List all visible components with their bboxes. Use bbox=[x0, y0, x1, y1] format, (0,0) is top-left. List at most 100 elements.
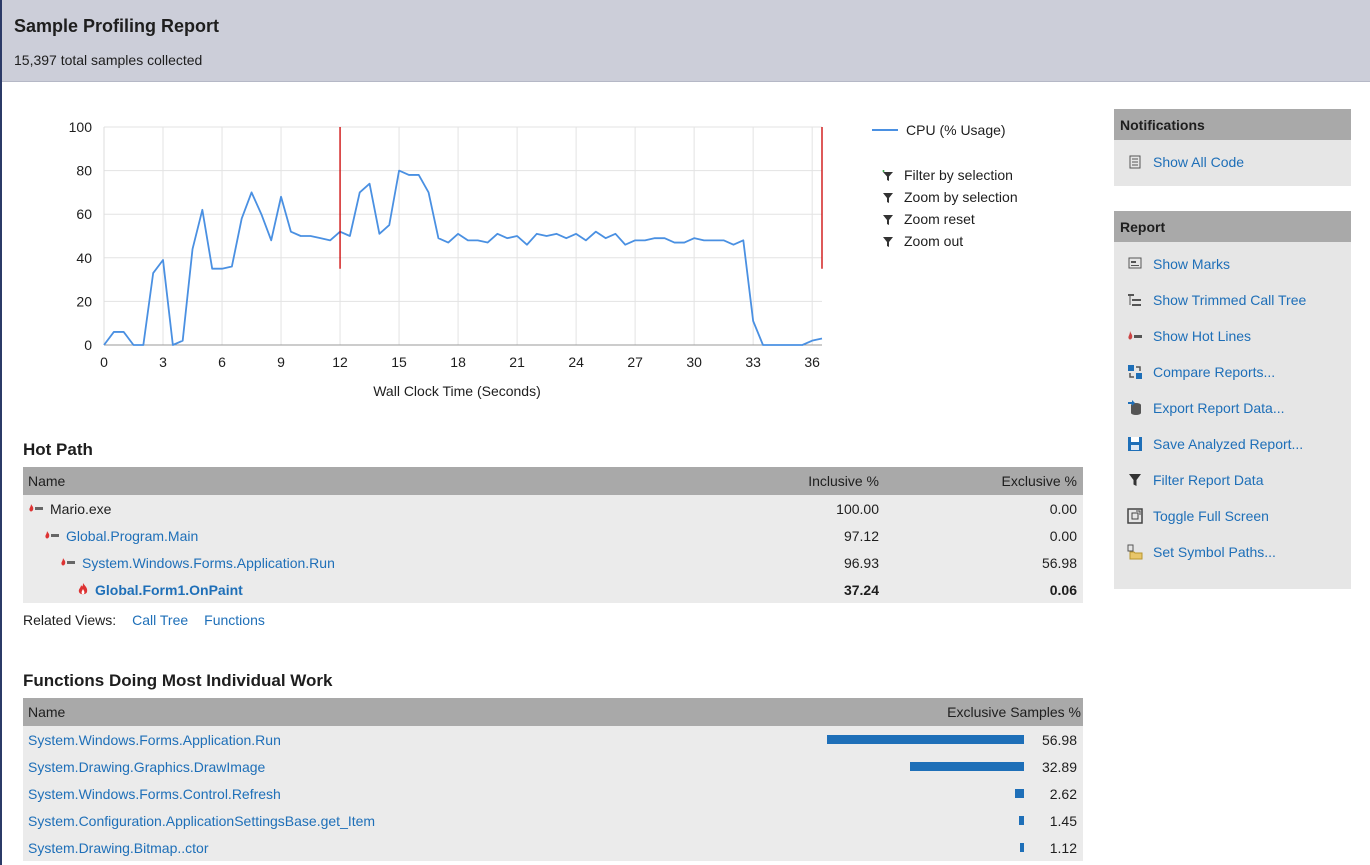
samples-summary: 15,397 total samples collected bbox=[14, 52, 203, 68]
x-tick-label: 18 bbox=[450, 354, 466, 370]
zoom-out-label: Zoom out bbox=[904, 233, 964, 249]
zoom-reset-button[interactable]: Zoom reset bbox=[872, 208, 1018, 230]
compare-icon bbox=[1126, 364, 1143, 381]
zoom-out-button[interactable]: Zoom out bbox=[872, 230, 1018, 252]
table-row[interactable]: System.Drawing.Bitmap..ctor 1.12 bbox=[23, 834, 1083, 861]
export-report-data-link[interactable]: Export Report Data... bbox=[1114, 390, 1351, 426]
inclusive-value: 96.93 bbox=[843, 554, 879, 571]
exclusive-samples-value: 56.98 bbox=[1041, 731, 1077, 748]
inclusive-value: 100.00 bbox=[836, 500, 879, 517]
column-header-inclusive[interactable]: Inclusive % bbox=[808, 473, 879, 489]
marks-icon bbox=[1126, 256, 1143, 273]
set-symbol-paths-link[interactable]: Set Symbol Paths... bbox=[1114, 534, 1351, 570]
hot-path-icon bbox=[61, 557, 76, 568]
filter-by-selection-button[interactable]: Filter by selection bbox=[872, 164, 1018, 186]
table-row[interactable]: System.Windows.Forms.Application.Run 56.9… bbox=[23, 726, 1083, 753]
function-name-link[interactable]: System.Windows.Forms.Control.Refresh bbox=[28, 786, 281, 802]
column-header-name[interactable]: Name bbox=[28, 704, 65, 720]
notifications-panel: Notifications Show All Code bbox=[1114, 109, 1351, 186]
chart-legend: CPU (% Usage) Filter by selection Zoom b… bbox=[872, 120, 1018, 252]
y-tick-label: 60 bbox=[76, 206, 92, 222]
report-item-label: Show Marks bbox=[1153, 256, 1231, 272]
call-tree-icon bbox=[1126, 292, 1143, 309]
exclusive-samples-value: 1.45 bbox=[1049, 812, 1077, 829]
y-tick-label: 80 bbox=[76, 163, 92, 179]
table-row[interactable]: System.Configuration.ApplicationSettings… bbox=[23, 807, 1083, 834]
function-name-link[interactable]: System.Drawing.Graphics.DrawImage bbox=[28, 759, 265, 775]
funnel-icon bbox=[882, 191, 894, 203]
notifications-title: Notifications bbox=[1114, 109, 1351, 140]
x-tick-label: 9 bbox=[277, 354, 285, 370]
table-row[interactable]: System.Windows.Forms.Control.Refresh 2.62 bbox=[23, 780, 1083, 807]
x-axis-label: Wall Clock Time (Seconds) bbox=[373, 383, 541, 399]
call-tree-link[interactable]: Call Tree bbox=[132, 612, 188, 628]
inclusive-value: 37.24 bbox=[843, 581, 879, 598]
show-hot-lines-link[interactable]: Show Hot Lines bbox=[1114, 318, 1351, 354]
show-marks-link[interactable]: Show Marks bbox=[1114, 246, 1351, 282]
show-trimmed-call-tree-link[interactable]: Show Trimmed Call Tree bbox=[1114, 282, 1351, 318]
table-row[interactable]: Mario.exe 100.00 0.00 bbox=[23, 495, 1083, 522]
report-item-label: Toggle Full Screen bbox=[1153, 508, 1269, 524]
zoom-reset-label: Zoom reset bbox=[904, 211, 975, 227]
y-tick-label: 20 bbox=[76, 293, 92, 309]
report-item-label: Set Symbol Paths... bbox=[1153, 544, 1276, 560]
table-row[interactable]: System.Drawing.Graphics.DrawImage 32.89 bbox=[23, 753, 1083, 780]
x-tick-label: 12 bbox=[332, 354, 348, 370]
report-header: Sample Profiling Report 15,397 total sam… bbox=[2, 0, 1370, 82]
table-row[interactable]: Global.Program.Main 97.12 0.00 bbox=[23, 522, 1083, 549]
toggle-full-screen-link[interactable]: Toggle Full Screen bbox=[1114, 498, 1351, 534]
exclusive-value: 0.00 bbox=[1049, 500, 1077, 517]
legend-series-cpu: CPU (% Usage) bbox=[872, 120, 1018, 140]
hot-path-title: Hot Path bbox=[23, 440, 93, 459]
report-item-label: Filter Report Data bbox=[1153, 472, 1264, 488]
column-header-exclusive-samples[interactable]: Exclusive Samples % bbox=[947, 704, 1081, 720]
functions-link[interactable]: Functions bbox=[204, 612, 265, 628]
inclusive-value: 97.12 bbox=[843, 527, 879, 544]
y-tick-label: 40 bbox=[76, 250, 92, 266]
full-screen-icon bbox=[1126, 508, 1143, 525]
filter-report-data-link[interactable]: Filter Report Data bbox=[1114, 462, 1351, 498]
samples-bar bbox=[1018, 816, 1024, 825]
show-all-code-label: Show All Code bbox=[1153, 154, 1245, 170]
report-item-label: Export Report Data... bbox=[1153, 400, 1285, 416]
function-name-link[interactable]: System.Configuration.ApplicationSettings… bbox=[28, 813, 375, 829]
hot-path-icon bbox=[29, 503, 44, 514]
table-row[interactable]: System.Windows.Forms.Application.Run 96.9… bbox=[23, 549, 1083, 576]
page-title: Sample Profiling Report bbox=[14, 16, 220, 36]
function-name[interactable]: Global.Program.Main bbox=[66, 528, 198, 544]
x-tick-label: 36 bbox=[804, 354, 820, 370]
x-tick-label: 0 bbox=[100, 354, 108, 370]
function-name-link[interactable]: System.Drawing.Bitmap..ctor bbox=[28, 840, 209, 856]
hot-lines-icon bbox=[1126, 328, 1143, 345]
related-views-label: Related Views: bbox=[23, 612, 117, 628]
function-name[interactable]: System.Windows.Forms.Application.Run bbox=[82, 555, 335, 571]
code-page-icon bbox=[1126, 154, 1143, 171]
save-analyzed-report-link[interactable]: Save Analyzed Report... bbox=[1114, 426, 1351, 462]
column-header-name[interactable]: Name bbox=[28, 473, 65, 489]
legend-swatch bbox=[872, 129, 898, 131]
show-all-code-link[interactable]: Show All Code bbox=[1114, 144, 1351, 180]
cpu-usage-chart[interactable]: 0 3 6 9 12 15 18 21 24 27 30 33 36020406080100Wall C… bbox=[52, 112, 852, 412]
report-title: Report bbox=[1114, 211, 1351, 242]
table-row[interactable]: Global.Form1.OnPaint 37.24 0.06 bbox=[23, 576, 1083, 603]
hot-path-header: Name Inclusive % Exclusive % bbox=[23, 467, 1083, 495]
exclusive-samples-value: 32.89 bbox=[1041, 758, 1077, 775]
x-tick-label: 30 bbox=[686, 354, 702, 370]
compare-reports-link[interactable]: Compare Reports... bbox=[1114, 354, 1351, 390]
funnel-icon bbox=[882, 213, 894, 225]
funnel-icon bbox=[882, 235, 894, 247]
samples-bar bbox=[1014, 789, 1024, 798]
functions-title: Functions Doing Most Individual Work bbox=[23, 671, 333, 690]
column-header-exclusive[interactable]: Exclusive % bbox=[1002, 473, 1077, 489]
samples-bar bbox=[1020, 843, 1024, 852]
folder-icon bbox=[1126, 544, 1143, 561]
y-tick-label: 0 bbox=[84, 337, 92, 353]
report-item-label: Compare Reports... bbox=[1153, 364, 1276, 380]
x-tick-label: 24 bbox=[568, 354, 584, 370]
report-item-label: Show Trimmed Call Tree bbox=[1153, 292, 1307, 308]
zoom-by-selection-button[interactable]: Zoom by selection bbox=[872, 186, 1018, 208]
function-name[interactable]: Global.Form1.OnPaint bbox=[95, 582, 243, 598]
zoom-by-selection-label: Zoom by selection bbox=[904, 189, 1018, 205]
function-name-link[interactable]: System.Windows.Forms.Application.Run bbox=[28, 732, 281, 748]
report-item-label: Show Hot Lines bbox=[1153, 328, 1252, 344]
